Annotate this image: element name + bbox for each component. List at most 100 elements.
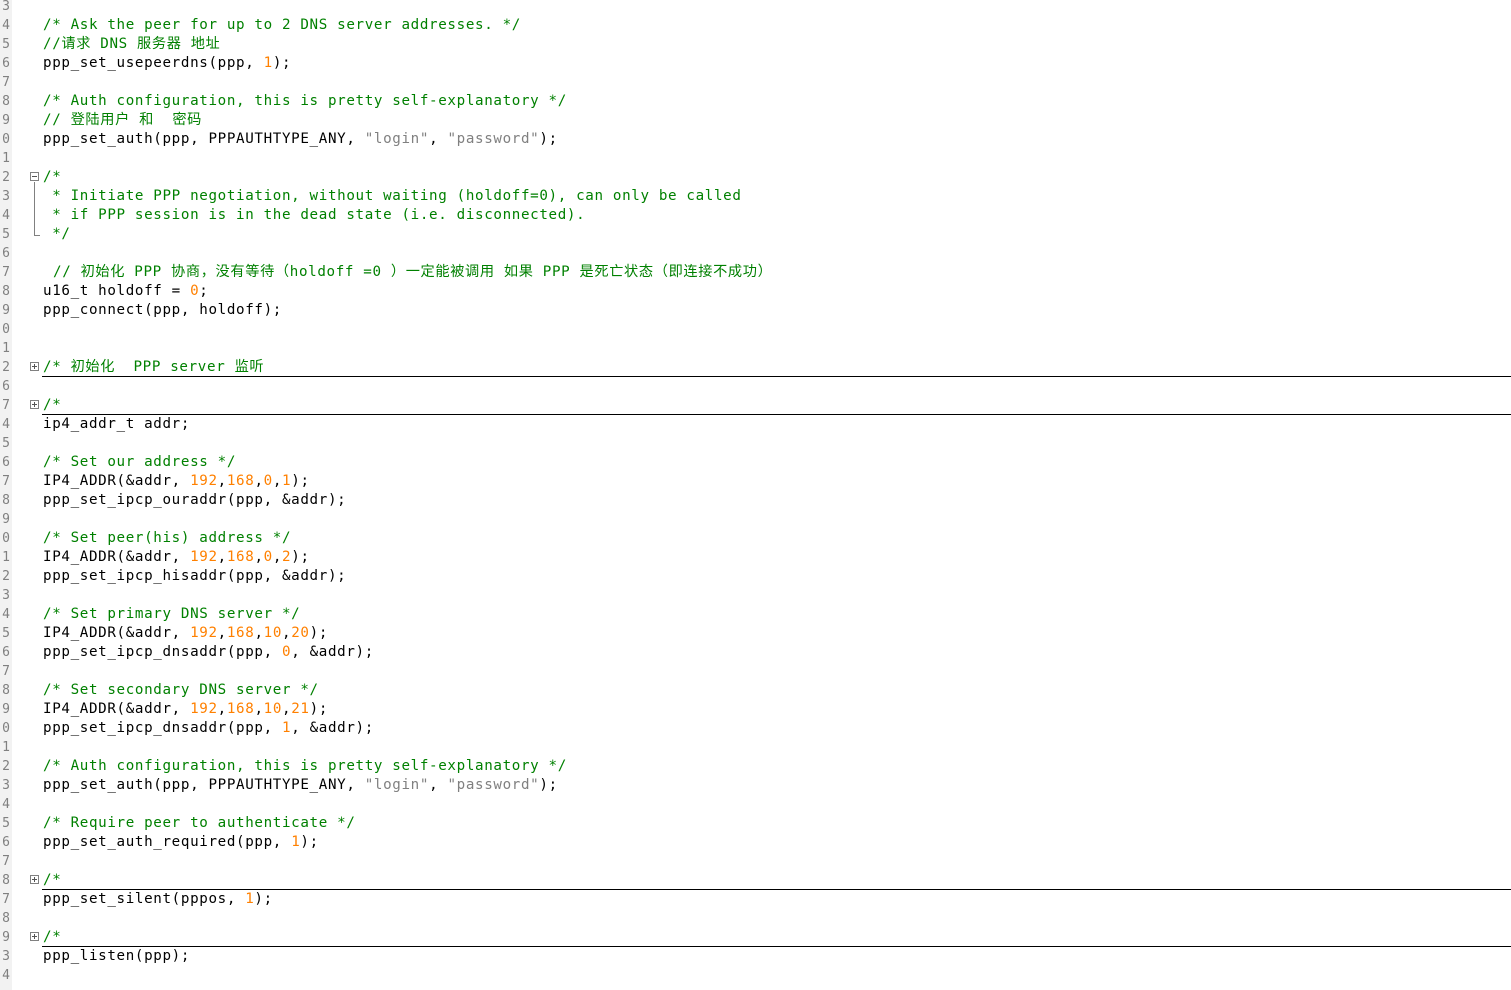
code-token-number: 10 [263, 625, 283, 641]
code-line[interactable]: 0 [0, 320, 1511, 339]
code-line[interactable]: 3 * Initiate PPP negotiation, without wa… [0, 187, 1511, 206]
code-line[interactable]: 4 /* Ask the peer for up to 2 DNS server … [0, 16, 1511, 35]
code-line[interactable]: 6 ppp_set_ipcp_dnsaddr(ppp, 0, &addr); [0, 643, 1511, 662]
code-line[interactable]: 7 [0, 852, 1511, 871]
code-token-plain: , [429, 777, 448, 793]
code-line[interactable]: 2 /* Auth configuration, this is pretty s… [0, 757, 1511, 776]
line-number: 4 [2, 18, 10, 33]
code-line[interactable]: 8 /* Set secondary DNS server */ [0, 681, 1511, 700]
code-text: // 登陆用户 和 密码 [43, 111, 202, 130]
code-token-plain: ); [309, 701, 329, 717]
code-text: /* Set secondary DNS server */ [43, 681, 319, 700]
code-line[interactable]: 6 ppp_set_auth_required(ppp, 1); [0, 833, 1511, 852]
code-line[interactable]: 5 //请求 DNS 服务器 地址 [0, 35, 1511, 54]
code-line[interactable]: 9 [0, 510, 1511, 529]
code-line[interactable]: 0 /* Set peer(his) address */ [0, 529, 1511, 548]
code-line[interactable]: 2 ppp_set_ipcp_hisaddr(ppp, &addr); [0, 567, 1511, 586]
code-line[interactable]: 7 // 初始化 PPP 协商，没有等待（holdoff =0 ）一定能被调用 如… [0, 263, 1511, 282]
code-text: //请求 DNS 服务器 地址 [43, 35, 220, 54]
code-token-comment: */ [43, 226, 71, 242]
code-text: * if PPP session is in the dead state (i… [43, 206, 585, 225]
code-text: /* [43, 928, 61, 947]
code-line[interactable]: 8 [0, 909, 1511, 928]
code-token-number: 2 [282, 549, 292, 565]
code-line[interactable]: 1 [0, 339, 1511, 358]
expand-fold-icon[interactable] [30, 875, 39, 884]
code-line[interactable]: 2 /* 初始化 PPP server 监听 [0, 358, 1511, 377]
code-line[interactable]: 7 ppp_set_silent(pppos, 1); [0, 890, 1511, 909]
code-line[interactable]: 6 [0, 377, 1511, 396]
code-line[interactable]: 6 [0, 244, 1511, 263]
line-number: 4 [2, 208, 10, 223]
code-line[interactable]: 0 ppp_set_auth(ppp, PPPAUTHTYPE_ANY, "log… [0, 130, 1511, 149]
code-line[interactable]: 4 [0, 966, 1511, 985]
code-line[interactable]: 1 IP4_ADDR(&addr, 192,168,0,2); [0, 548, 1511, 567]
code-line[interactable]: 8 u16_t holdoff = 0; [0, 282, 1511, 301]
code-line[interactable]: 3 [0, 0, 1511, 16]
code-line[interactable]: 1 [0, 149, 1511, 168]
code-text: /* Auth configuration, this is pretty se… [43, 92, 567, 111]
code-editor[interactable]: 3 4 /* Ask the peer for up to 2 DNS server… [0, 0, 1511, 990]
code-line[interactable]: 7 [0, 73, 1511, 92]
code-line[interactable]: 3 ppp_listen(ppp); [0, 947, 1511, 966]
collapse-fold-icon[interactable] [30, 172, 39, 181]
code-line[interactable]: 8 /* [0, 871, 1511, 890]
line-number: 4 [2, 968, 10, 983]
code-token-plain: ppp_set_auth_required(ppp, [43, 834, 292, 850]
code-line[interactable]: 4 /* Set primary DNS server */ [0, 605, 1511, 624]
code-line[interactable]: 3 ppp_set_auth(ppp, PPPAUTHTYPE_ANY, "log… [0, 776, 1511, 795]
code-line[interactable]: 9 ppp_connect(ppp, holdoff); [0, 301, 1511, 320]
code-line[interactable]: 8 ppp_set_ipcp_ouraddr(ppp, &addr); [0, 491, 1511, 510]
line-number: 9 [2, 113, 10, 128]
code-line[interactable]: 1 [0, 738, 1511, 757]
line-number: 1 [2, 550, 10, 565]
code-token-comment: /* Auth configuration, this is pretty se… [43, 758, 567, 774]
code-token-number: 192 [190, 625, 218, 641]
code-text: IP4_ADDR(&addr, 192,168,10,20); [43, 624, 328, 643]
code-token-comment: /* 初始化 PPP server 监听 [43, 359, 265, 375]
code-line[interactable]: 5 /* Require peer to authenticate */ [0, 814, 1511, 833]
code-token-plain: , [254, 549, 264, 565]
code-line[interactable]: 6 ppp_set_usepeerdns(ppp, 1); [0, 54, 1511, 73]
code-token-comment: //请求 DNS 服务器 地址 [43, 36, 221, 52]
code-line[interactable]: 0 ppp_set_ipcp_dnsaddr(ppp, 1, &addr); [0, 719, 1511, 738]
code-line[interactable]: 4 [0, 795, 1511, 814]
code-token-comment: * if PPP session is in the dead state (i… [43, 207, 586, 223]
code-token-plain: ); [300, 834, 319, 850]
code-token-number: 192 [190, 701, 218, 717]
code-text: /* 初始化 PPP server 监听 [43, 358, 264, 377]
code-text: ppp_set_ipcp_ouraddr(ppp, &addr); [43, 491, 346, 510]
code-line[interactable]: 5 [0, 434, 1511, 453]
code-token-comment: * Initiate PPP negotiation, without wait… [43, 188, 742, 204]
code-token-plain: ppp_set_ipcp_hisaddr(ppp, &addr); [43, 568, 347, 584]
code-line[interactable]: 5 IP4_ADDR(&addr, 192,168,10,20); [0, 624, 1511, 643]
code-text: ppp_set_auth(ppp, PPPAUTHTYPE_ANY, "logi… [43, 130, 558, 149]
code-line[interactable]: 7 /* [0, 396, 1511, 415]
code-token-comment: /* [43, 397, 62, 413]
code-token-number: 1 [282, 473, 292, 489]
code-token-plain: , [217, 625, 227, 641]
line-number: 1 [2, 341, 10, 356]
code-line[interactable]: 6 /* Set our address */ [0, 453, 1511, 472]
code-token-comment: /* Ask the peer for up to 2 DNS server a… [43, 17, 521, 33]
code-token-plain: , [217, 549, 227, 565]
code-line[interactable]: 9 /* [0, 928, 1511, 947]
code-line[interactable]: 8 /* Auth configuration, this is pretty s… [0, 92, 1511, 111]
code-line[interactable]: 9 // 登陆用户 和 密码 [0, 111, 1511, 130]
code-line[interactable]: 5 */ [0, 225, 1511, 244]
code-token-plain: , [429, 131, 448, 147]
code-line[interactable]: 7 [0, 662, 1511, 681]
code-line[interactable]: 3 [0, 586, 1511, 605]
line-number: 7 [2, 664, 10, 679]
expand-fold-icon[interactable] [30, 400, 39, 409]
line-number: 7 [2, 892, 10, 907]
code-line[interactable]: 9 IP4_ADDR(&addr, 192,168,10,21); [0, 700, 1511, 719]
code-token-plain: ppp_listen(ppp); [43, 948, 191, 964]
code-token-plain: IP4_ADDR(&addr, [43, 701, 191, 717]
expand-fold-icon[interactable] [30, 932, 39, 941]
code-line[interactable]: 7 IP4_ADDR(&addr, 192,168,0,1); [0, 472, 1511, 491]
code-line[interactable]: 4 ip4_addr_t addr; [0, 415, 1511, 434]
code-line[interactable]: 4 * if PPP session is in the dead state … [0, 206, 1511, 225]
expand-fold-icon[interactable] [30, 362, 39, 371]
code-line[interactable]: 2 /* [0, 168, 1511, 187]
